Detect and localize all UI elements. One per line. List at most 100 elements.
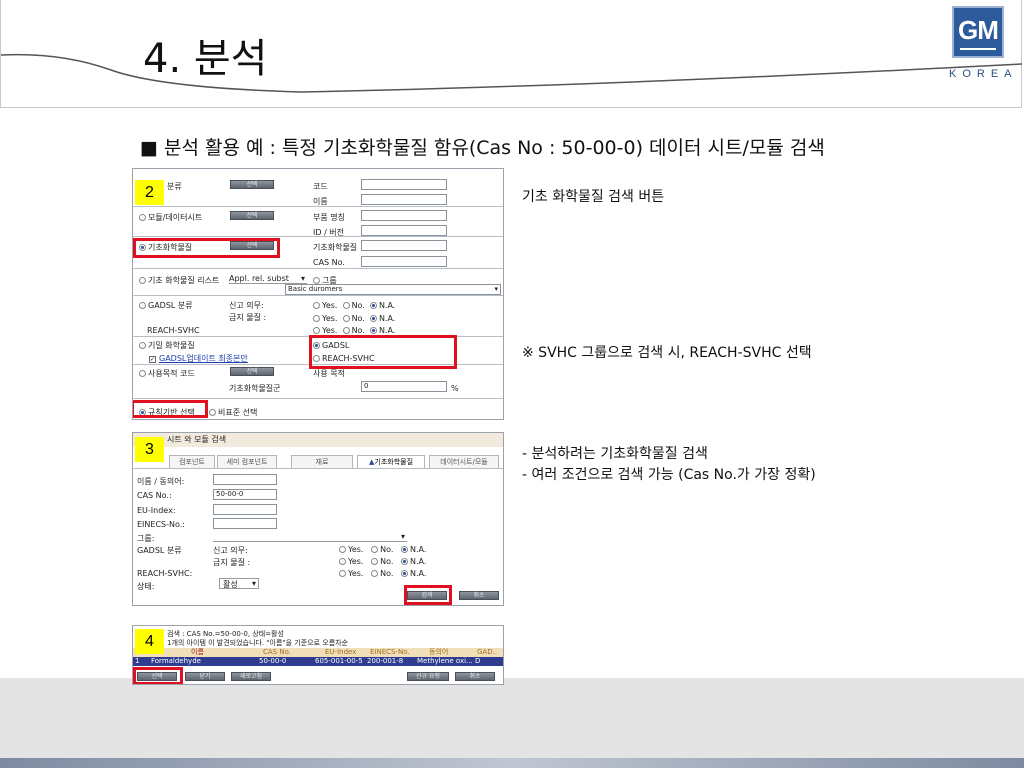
row-module[interactable]: 모듈/데이터시트 xyxy=(139,212,202,223)
radio-icon[interactable] xyxy=(342,327,350,334)
radio-icon xyxy=(139,370,146,377)
basic-chem-name-label: 기초화학물질 xyxy=(313,243,358,252)
radio-selected-icon[interactable] xyxy=(369,315,377,322)
radio-icon[interactable] xyxy=(339,558,346,565)
col-eu-index[interactable]: EU-Index xyxy=(325,648,356,657)
tab-basic-chem[interactable]: ▲기초화학물질 xyxy=(357,455,425,468)
name-label: 이름 xyxy=(313,197,328,206)
new-request-button[interactable]: 신규 요청 xyxy=(407,672,449,681)
radio-selected-icon[interactable] xyxy=(401,558,409,565)
status-dropdown[interactable]: 활성 ▾ xyxy=(219,578,259,589)
cancel-button[interactable]: 취소 xyxy=(455,672,495,681)
group-dropdown[interactable]: ▾ xyxy=(213,532,407,542)
radio-icon[interactable] xyxy=(371,570,379,577)
classification-select-button[interactable]: 선택 xyxy=(230,180,274,189)
cell-synonym: Methylene oxi... xyxy=(417,657,473,665)
usage-select-button[interactable]: 선택 xyxy=(230,367,274,376)
note-basic-chem-button: 기초 화학물질 검색 버튼 xyxy=(522,189,665,205)
basic-group-label: 기초화학물질군 xyxy=(229,384,281,393)
option-yes: Yes. xyxy=(348,557,364,566)
nonstandard-label: 비표준 선택 xyxy=(218,408,258,417)
radio-icon[interactable] xyxy=(339,570,346,577)
gadsl-update-checkbox[interactable]: ✓ GADSL업데이트 최종본만 xyxy=(149,353,248,364)
radio-icon xyxy=(139,214,146,221)
row-secret[interactable]: 기밀 화학물질 xyxy=(139,340,195,351)
option-na: N.A. xyxy=(410,557,427,566)
radio-icon[interactable] xyxy=(371,546,379,553)
gadsl-update-link[interactable]: GADSL업데이트 최종본만 xyxy=(159,354,248,363)
radio-icon[interactable] xyxy=(339,546,346,553)
close-button[interactable]: 닫기 xyxy=(185,672,225,681)
slide-subtitle: ■ 분석 활용 예 : 특정 기초화학물질 함유(Cas No : 50-00-… xyxy=(140,137,825,159)
step-badge-2: 2 xyxy=(135,180,164,205)
radio-icon[interactable] xyxy=(342,302,350,309)
option-no: No. xyxy=(351,314,365,323)
row-secret-label: 기밀 화학물질 xyxy=(148,341,195,350)
name-input[interactable] xyxy=(361,194,447,205)
usage-pct-input[interactable]: 0 xyxy=(361,381,447,392)
row-classification: 분류 xyxy=(167,182,182,191)
radio-icon xyxy=(209,409,216,416)
id-version-input[interactable] xyxy=(361,225,447,236)
radio-selected-icon[interactable] xyxy=(369,327,377,334)
chem-list-value: Appl. rel. subst xyxy=(229,274,289,283)
row-usage-label: 사용목적 코드 xyxy=(148,369,195,378)
divider xyxy=(133,468,503,469)
highlight-svhc-group xyxy=(309,335,457,369)
footer-line xyxy=(0,758,1024,768)
gadsl-ban-label: 금지 물질 : xyxy=(229,313,267,322)
option-no: No. xyxy=(351,301,365,310)
col-gadsl[interactable]: GAD.. xyxy=(477,648,497,657)
code-input[interactable] xyxy=(361,179,447,190)
cancel-button[interactable]: 취소 xyxy=(459,591,499,600)
refresh-button[interactable]: 새로고침 xyxy=(231,672,271,681)
group-dropdown[interactable]: Basic duromers ▾ xyxy=(285,284,501,295)
radio-icon[interactable] xyxy=(313,302,320,309)
radio-icon[interactable] xyxy=(371,558,379,565)
radio-selected-icon[interactable] xyxy=(369,302,377,309)
note-svhc: ※ SVHC 그룹으로 검색 시, REACH-SVHC 선택 xyxy=(522,345,812,361)
tab-semi-component[interactable]: 세미 컴포넌트 xyxy=(217,455,277,468)
ban-label: 금지 물질 : xyxy=(213,558,251,567)
radio-icon[interactable] xyxy=(313,315,320,322)
tab-datasheet-module[interactable]: 데이터시트/모듈 xyxy=(429,455,499,468)
nonstandard-option[interactable]: 비표준 선택 xyxy=(209,407,257,418)
divider xyxy=(133,268,503,269)
row-gadsl[interactable]: GADSL 분류 xyxy=(139,300,193,311)
chevron-down-icon: ▾ xyxy=(400,532,405,541)
module-select-button[interactable]: 선택 xyxy=(230,211,274,220)
option-na: N.A. xyxy=(378,314,396,323)
gadsl-report-options: Yes. No. N.A. xyxy=(313,301,395,310)
tab-component[interactable]: 컴포넌트 xyxy=(169,455,215,468)
part-name-input[interactable] xyxy=(361,210,447,221)
radio-icon[interactable] xyxy=(313,327,320,334)
row-chem-list[interactable]: 기초 화학물질 리스트 xyxy=(139,275,219,286)
eu-index-input[interactable] xyxy=(213,504,277,515)
footer-band xyxy=(0,678,1024,758)
radio-selected-icon[interactable] xyxy=(401,570,409,577)
einecs-input[interactable] xyxy=(213,518,277,529)
name-synonym-input[interactable] xyxy=(213,474,277,485)
tab-basic-chem-label: 기초화학물질 xyxy=(374,458,414,466)
group-label: 그룹: xyxy=(137,534,155,543)
cas-input[interactable] xyxy=(361,256,447,267)
row-usage[interactable]: 사용목적 코드 xyxy=(139,368,195,379)
report-label: 신고 의무: xyxy=(213,546,248,555)
screenshot-search-dialog: 시트 와 모듈 검색 컴포넌트 세미 컴포넌트 재료 ▲기초화학물질 데이터시트… xyxy=(132,432,504,606)
tab-material[interactable]: 재료 xyxy=(291,455,353,468)
col-cas[interactable]: CAS No. xyxy=(263,648,291,657)
col-einecs[interactable]: EINECS-No. xyxy=(370,648,410,657)
basic-chem-name-input[interactable] xyxy=(361,240,447,251)
table-row[interactable]: 1 Formaldehyde 50-00-0 605-001-00-5 200-… xyxy=(133,657,503,666)
col-synonym[interactable]: 동의어 xyxy=(429,648,448,657)
divider xyxy=(133,295,503,296)
col-name[interactable]: 이름 xyxy=(191,648,204,657)
chem-list-dropdown[interactable]: Appl. rel. subst ▾ xyxy=(229,274,307,284)
radio-selected-icon[interactable] xyxy=(401,546,409,553)
group-dropdown-value: Basic duromers xyxy=(288,285,343,293)
chevron-down-icon: ▾ xyxy=(251,579,256,588)
radio-icon[interactable] xyxy=(342,315,350,322)
cas-input[interactable]: 50-00-0 xyxy=(213,489,277,500)
dialog-header: 시트 와 모듈 검색 xyxy=(133,433,503,447)
option-yes: Yes. xyxy=(348,569,364,578)
